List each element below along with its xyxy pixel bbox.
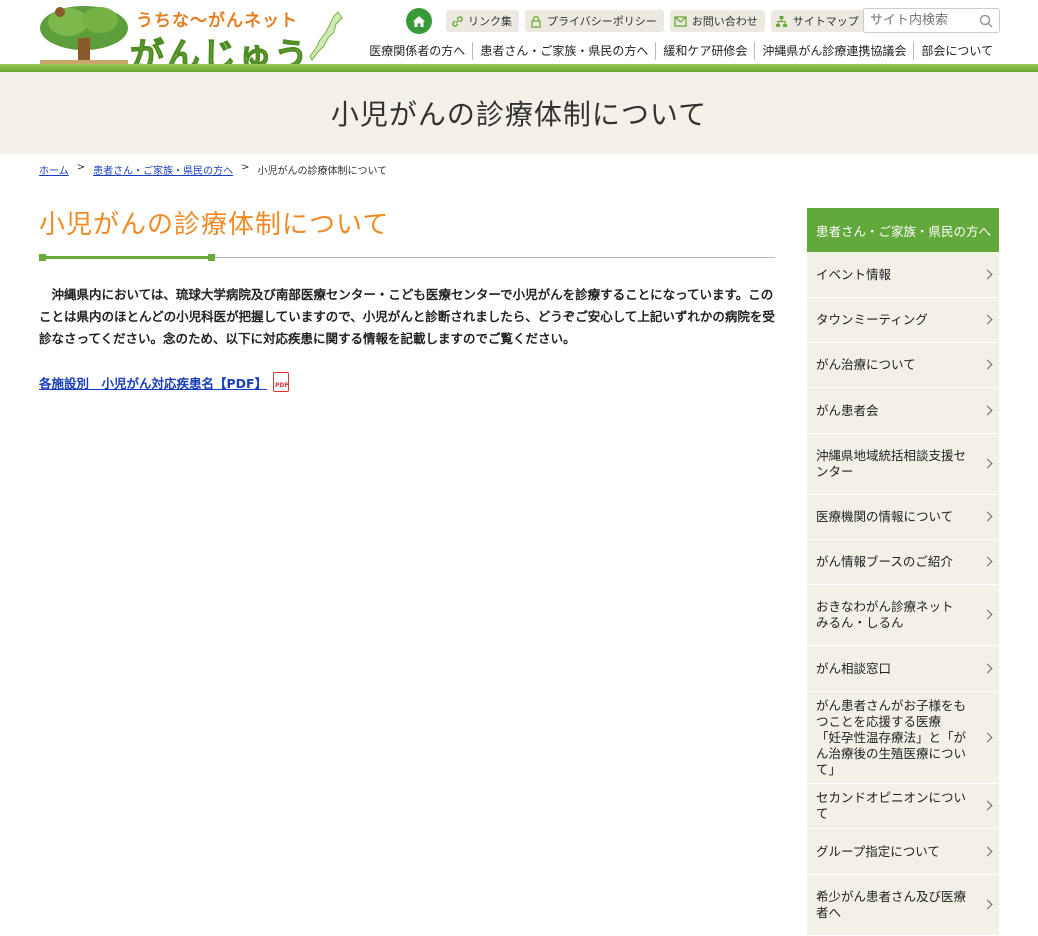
breadcrumb-current: 小児がんの診療体制について: [257, 166, 388, 177]
sidebar-item-label: タウンミーティング: [816, 312, 928, 327]
main-content: 小児がんの診療体制について 沖縄県内においては、琉球大学病院及び南部医療センター…: [39, 208, 775, 392]
sidebar-item-label: 医療機関の情報について: [816, 509, 954, 524]
content-heading: 小児がんの診療体制について: [39, 210, 390, 240]
pdf-link[interactable]: 各施設別 小児がん対応疾患名【PDF】: [39, 373, 267, 392]
privacy-policy-link[interactable]: プライバシーポリシー: [525, 10, 664, 32]
sidebar-item-cancer-treatment[interactable]: がん治療について: [807, 343, 999, 388]
search-input[interactable]: [864, 9, 972, 32]
link-icon: [450, 14, 464, 28]
header-green-bar: [0, 64, 1038, 72]
global-nav: 医療関係者の方へ 患者さん・ご家族・県民の方へ 緩和ケア研修会 沖縄県がん診療連…: [362, 41, 1000, 61]
chevron-right-icon: [982, 269, 993, 279]
chevron-right-icon: [982, 800, 993, 811]
sidebar-item-miirun-shirun[interactable]: おきなわがん診療ネット みるん・しるん: [807, 585, 999, 646]
chevron-right-icon: [982, 314, 993, 325]
gnav-item-council[interactable]: 沖縄県がん診療連携協議会: [754, 42, 913, 60]
sidebar-item-label: がん情報ブースのご紹介: [816, 554, 953, 569]
sidebar-item-events[interactable]: イベント情報: [807, 252, 999, 298]
sidebar-item-label: がん相談窓口: [816, 660, 892, 676]
contact-link[interactable]: お問い合わせ: [669, 10, 765, 32]
sidebar-item-label: 沖縄県地域統括相談支援センター: [816, 448, 967, 479]
chevron-right-icon: [982, 899, 993, 910]
sidebar-item-second-opinion[interactable]: セカンドオピニオンについて: [807, 784, 999, 829]
breadcrumb-separator: >: [76, 162, 86, 173]
pdf-icon[interactable]: PDF: [273, 372, 290, 392]
chevron-right-icon: [982, 663, 993, 673]
sidebar-item-patient-groups[interactable]: がん患者会: [807, 388, 999, 434]
sidebar-item-label: がん患者会: [816, 402, 879, 418]
chevron-right-icon: [982, 609, 993, 620]
sitemap-label: サイトマップ: [792, 15, 859, 28]
sitemap-link[interactable]: サイトマップ: [770, 10, 866, 32]
chevron-right-icon: [982, 458, 993, 469]
chevron-right-icon: [982, 846, 993, 856]
sidebar-item-label: おきなわがん診療ネット みるん・しるん: [816, 599, 967, 630]
gnav-item-sections[interactable]: 部会について: [913, 42, 1000, 60]
sidebar-item-town-meeting[interactable]: タウンミーティング: [807, 298, 999, 343]
sidebar-item-label: 希少がん患者さん及び医療者へ: [816, 889, 967, 920]
tree-logo-icon: [40, 6, 128, 64]
link-collection-link[interactable]: リンク集: [446, 10, 519, 32]
gnav-item-medical-professionals[interactable]: 医療関係者の方へ: [362, 42, 472, 60]
chevron-right-icon: [982, 556, 993, 567]
lead-paragraph: 沖縄県内においては、琉球大学病院及び南部医療センター・こども医療センターで小児が…: [39, 287, 775, 346]
lock-icon: [529, 14, 543, 28]
sidebar-item-label: がん治療について: [816, 357, 916, 372]
chevron-right-icon: [982, 405, 993, 415]
home-button[interactable]: [406, 8, 432, 34]
chevron-right-icon: [982, 511, 993, 522]
page-title: 小児がんの診療体制について: [330, 98, 708, 131]
breadcrumb-home[interactable]: ホーム: [39, 162, 69, 177]
pdf-icon-text: PDF: [275, 382, 289, 389]
breadcrumb: ホーム > 患者さん・ご家族・県民の方へ > 小児がんの診療体制について: [39, 162, 387, 177]
sidebar-item-label: イベント情報: [816, 266, 892, 282]
sidebar-item-label: がん患者さんがお子様をもつことを応援する医療 「妊孕性温存療法」と「がん治療後の…: [816, 697, 967, 777]
page-title-band: 小児がんの診療体制について: [0, 72, 1038, 154]
pdf-download: 各施設別 小児がん対応疾患名【PDF】 PDF: [39, 372, 775, 392]
breadcrumb-parent[interactable]: 患者さん・ご家族・県民の方へ: [93, 162, 233, 177]
sidebar-item-label: グループ指定について: [816, 843, 940, 859]
heading-divider: [39, 254, 775, 262]
sidebar-heading[interactable]: 患者さん・ご家族・県民の方へ: [807, 208, 999, 252]
chevron-right-icon: [982, 359, 993, 370]
gnav-item-patients[interactable]: 患者さん・ご家族・県民の方へ: [472, 42, 655, 60]
sidebar: 患者さん・ご家族・県民の方へ イベント情報 タウンミーティング がん治療について…: [807, 208, 999, 936]
chevron-right-icon: [982, 732, 993, 742]
sidebar-item-medical-institutions[interactable]: 医療機関の情報について: [807, 495, 999, 540]
gnav-item-palliative-training[interactable]: 緩和ケア研修会: [655, 42, 754, 60]
privacy-policy-label: プライバシーポリシー: [547, 15, 657, 28]
sidebar-item-fertility[interactable]: がん患者さんがお子様をもつことを応援する医療 「妊孕性温存療法」と「がん治療後の…: [807, 692, 999, 784]
sidebar-item-rare-cancer[interactable]: 希少がん患者さん及び医療者へ: [807, 875, 999, 936]
site-logo[interactable]: うちな～がんネット がんじゅう: [38, 4, 348, 77]
breadcrumb-separator: >: [241, 162, 250, 173]
sidebar-item-info-booth[interactable]: がん情報ブースのご紹介: [807, 540, 999, 585]
sidebar-item-group-designation[interactable]: グループ指定について: [807, 829, 999, 875]
sitemap-icon: [775, 14, 789, 28]
home-icon: [413, 15, 425, 27]
sidebar-item-label: セカンドオピニオンについて: [816, 790, 967, 821]
site-header: うちな～がんネット がんじゅう リンク集 プライバシーポリシー お問い合わせ サ…: [0, 0, 1038, 77]
sidebar-item-support-center[interactable]: 沖縄県地域統括相談支援センター: [807, 434, 999, 495]
contact-label: お問い合わせ: [691, 15, 758, 28]
okinawa-map-icon: [309, 11, 343, 61]
utility-links: リンク集 プライバシーポリシー お問い合わせ サイトマップ: [406, 8, 866, 34]
search-icon[interactable]: [979, 13, 993, 32]
mail-icon: [674, 14, 688, 28]
link-collection-label: リンク集: [468, 15, 512, 28]
sidebar-item-consultation[interactable]: がん相談窓口: [807, 646, 999, 692]
site-search: [863, 8, 1000, 33]
